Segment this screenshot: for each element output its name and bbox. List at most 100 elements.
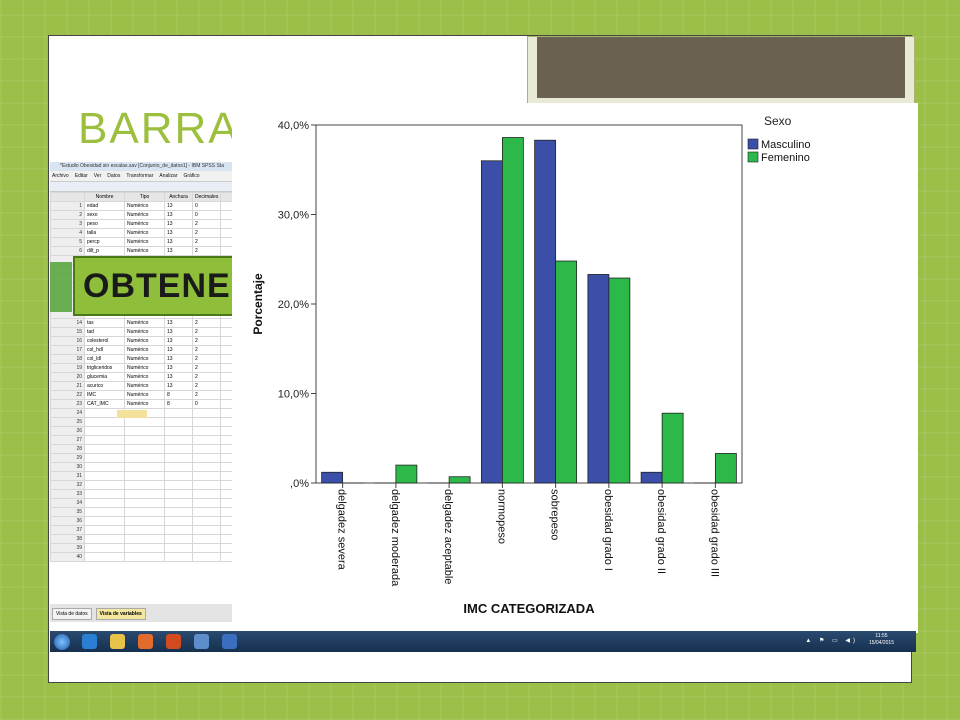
menu-item[interactable]: Ver	[94, 173, 102, 179]
table-cell[interactable]	[192, 435, 221, 445]
table-cell[interactable]: talla	[84, 228, 125, 238]
firefox-icon[interactable]	[166, 634, 181, 649]
table-cell[interactable]: 2	[192, 354, 221, 364]
row-number[interactable]: 30	[50, 462, 85, 472]
table-cell[interactable]	[84, 444, 125, 454]
row-number[interactable]: 6	[50, 246, 85, 256]
row-number[interactable]: 23	[50, 399, 85, 409]
table-row[interactable]: 35	[50, 507, 240, 517]
table-cell[interactable]: col_hdl	[84, 345, 125, 355]
menu-item[interactable]: Editar	[75, 173, 88, 179]
table-row[interactable]: 14 tas Numérico 13 2	[50, 318, 240, 328]
table-cell[interactable]: 13	[164, 237, 193, 247]
table-cell[interactable]	[124, 525, 165, 535]
row-number[interactable]: 3	[50, 219, 85, 229]
table-row[interactable]: 27	[50, 435, 240, 445]
table-cell[interactable]: edad	[84, 201, 125, 211]
table-cell[interactable]: 13	[164, 354, 193, 364]
table-cell[interactable]: glucemia	[84, 372, 125, 382]
network-icon[interactable]	[194, 634, 209, 649]
table-row[interactable]: 37	[50, 525, 240, 535]
table-cell[interactable]	[84, 471, 125, 481]
table-cell[interactable]	[164, 480, 193, 490]
tray-icons[interactable]: ▲ ⚑ ▭ ◀)	[805, 637, 858, 644]
table-cell[interactable]: col_ldl	[84, 354, 125, 364]
row-number[interactable]: 31	[50, 471, 85, 481]
table-row[interactable]: 2 sexo Numérico 13 0	[50, 210, 240, 220]
row-number[interactable]: 34	[50, 498, 85, 508]
row-number[interactable]: 28	[50, 444, 85, 454]
table-cell[interactable]	[164, 543, 193, 553]
table-cell[interactable]: 0	[192, 210, 221, 220]
table-cell[interactable]: tad	[84, 327, 125, 337]
table-cell[interactable]: 0	[192, 399, 221, 409]
row-number[interactable]: 33	[50, 489, 85, 499]
table-cell[interactable]: colesterol	[84, 336, 125, 346]
selected-cell[interactable]	[117, 410, 147, 418]
row-number[interactable]: 29	[50, 453, 85, 463]
table-cell[interactable]: Numérico	[124, 399, 165, 409]
column-header[interactable]: Nombre	[84, 192, 125, 202]
table-cell[interactable]: 2	[192, 228, 221, 238]
row-number[interactable]: 27	[50, 435, 85, 445]
table-cell[interactable]	[164, 552, 193, 562]
table-row[interactable]: 17 col_hdl Numérico 13 2	[50, 345, 240, 355]
table-cell[interactable]	[164, 471, 193, 481]
table-cell[interactable]: Numérico	[124, 327, 165, 337]
media-player-icon[interactable]	[138, 634, 153, 649]
table-row[interactable]: 6 dilt_p Numérico 13 2	[50, 246, 240, 256]
row-number[interactable]: 1	[50, 201, 85, 211]
table-cell[interactable]	[84, 552, 125, 562]
table-cell[interactable]: 0	[192, 201, 221, 211]
table-cell[interactable]: 13	[164, 372, 193, 382]
table-cell[interactable]: 13	[164, 381, 193, 391]
table-cell[interactable]: Numérico	[124, 318, 165, 328]
table-cell[interactable]	[124, 462, 165, 472]
table-cell[interactable]: 13	[164, 210, 193, 220]
table-cell[interactable]	[164, 516, 193, 526]
row-number[interactable]: 22	[50, 390, 85, 400]
table-cell[interactable]	[192, 525, 221, 535]
table-cell[interactable]: percp	[84, 237, 125, 247]
table-row[interactable]: 31	[50, 471, 240, 481]
table-cell[interactable]: Numérico	[124, 219, 165, 229]
table-cell[interactable]	[124, 480, 165, 490]
table-cell[interactable]	[164, 426, 193, 436]
table-cell[interactable]	[124, 516, 165, 526]
table-row[interactable]: 20 glucemia Numérico 13 2	[50, 372, 240, 382]
table-cell[interactable]: 13	[164, 345, 193, 355]
table-cell[interactable]	[124, 453, 165, 463]
row-number[interactable]: 14	[50, 318, 85, 328]
table-cell[interactable]	[192, 489, 221, 499]
table-cell[interactable]: 2	[192, 363, 221, 373]
clock[interactable]: 11:55 15/04/2015	[869, 633, 894, 647]
table-cell[interactable]: Numérico	[124, 228, 165, 238]
table-cell[interactable]	[192, 453, 221, 463]
table-cell[interactable]: trigliceridos	[84, 363, 125, 373]
table-cell[interactable]	[192, 516, 221, 526]
table-cell[interactable]	[164, 444, 193, 454]
table-row[interactable]: 4 talla Numérico 13 2	[50, 228, 240, 238]
row-number[interactable]: 17	[50, 345, 85, 355]
table-cell[interactable]	[124, 426, 165, 436]
table-cell[interactable]: IMC	[84, 390, 125, 400]
table-cell[interactable]	[192, 417, 221, 427]
table-cell[interactable]: 2	[192, 336, 221, 346]
table-row[interactable]: 21 acurico Numérico 13 2	[50, 381, 240, 391]
menu-item[interactable]: Transformar	[126, 173, 153, 179]
table-row[interactable]: 18 col_ldl Numérico 13 2	[50, 354, 240, 364]
table-cell[interactable]	[192, 408, 221, 418]
table-cell[interactable]	[84, 480, 125, 490]
table-cell[interactable]	[84, 426, 125, 436]
table-cell[interactable]	[192, 462, 221, 472]
table-cell[interactable]: 2	[192, 237, 221, 247]
table-row[interactable]: 30	[50, 462, 240, 472]
row-number[interactable]: 20	[50, 372, 85, 382]
table-cell[interactable]: Numérico	[124, 390, 165, 400]
table-cell[interactable]: 2	[192, 345, 221, 355]
table-cell[interactable]: dilt_p	[84, 246, 125, 256]
column-header[interactable]: Decimales	[192, 192, 221, 202]
row-number[interactable]: 15	[50, 327, 85, 337]
table-row[interactable]: 25	[50, 417, 240, 427]
table-cell[interactable]	[164, 534, 193, 544]
